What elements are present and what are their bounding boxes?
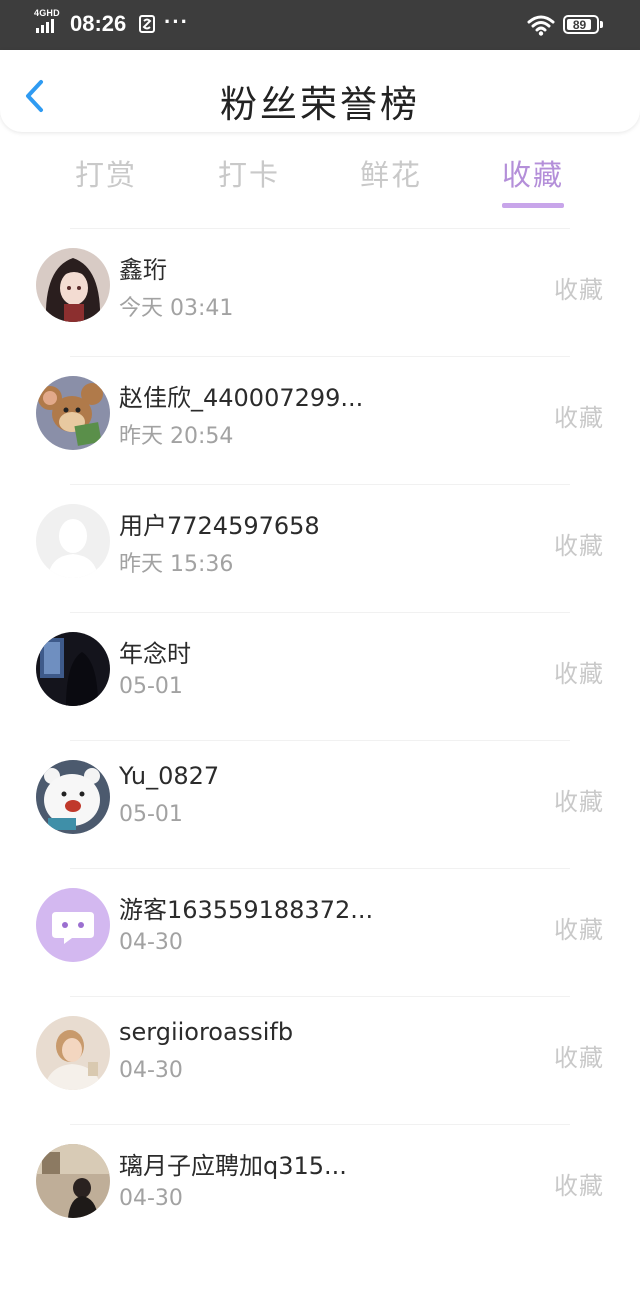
- action-label: 收藏: [554, 788, 604, 816]
- battery-tip: [600, 21, 603, 28]
- page-title: 粉丝荣誉榜: [220, 83, 420, 126]
- avatar-dark-window-icon: [36, 632, 110, 706]
- divider: [70, 228, 570, 229]
- list-item[interactable]: sergiioroassifb 04-30 收藏: [0, 996, 640, 1124]
- list-item[interactable]: 年念时 05-01 收藏: [0, 612, 640, 740]
- fan-list: 鑫珩 今天 03:41 收藏 赵佳欣_440007299... 昨天 20:54…: [0, 228, 640, 1252]
- user-name: sergiioroassifb: [119, 1018, 294, 1046]
- app-notification-icon: [139, 15, 155, 33]
- avatar[interactable]: [36, 888, 110, 962]
- avatar[interactable]: [36, 632, 110, 706]
- avatar-room-photo-icon: [36, 1144, 110, 1218]
- user-name: Yu_0827: [119, 762, 220, 790]
- header-bar: 粉丝荣誉榜: [0, 50, 640, 132]
- favorite-time: 05-01: [119, 802, 183, 827]
- status-time: 08:26: [70, 11, 127, 36]
- favorite-time: 04-30: [119, 1058, 183, 1083]
- divider: [70, 484, 570, 485]
- action-label: 收藏: [554, 1044, 604, 1072]
- action-label: 收藏: [554, 404, 604, 432]
- battery-icon: 89: [563, 15, 599, 34]
- status-bar: 4GHD 08:26 ··· 89: [0, 0, 640, 50]
- avatar[interactable]: [36, 504, 110, 578]
- battery-level: 89: [572, 17, 587, 32]
- favorite-time: 昨天 20:54: [119, 424, 234, 449]
- action-label: 收藏: [554, 1172, 604, 1200]
- avatar[interactable]: [36, 1016, 110, 1090]
- user-name: 璃月子应聘加q315...: [119, 1152, 347, 1180]
- user-name: 赵佳欣_440007299...: [119, 384, 364, 412]
- tab-tips[interactable]: 打赏: [46, 152, 166, 194]
- divider: [70, 868, 570, 869]
- list-item[interactable]: 游客163559188372... 04-30 收藏: [0, 868, 640, 996]
- action-label: 收藏: [554, 532, 604, 560]
- avatar-polar-bear-icon: [36, 760, 110, 834]
- avatar-woman-photo-icon: [36, 1016, 110, 1090]
- list-item[interactable]: 赵佳欣_440007299... 昨天 20:54 收藏: [0, 356, 640, 484]
- list-item[interactable]: Yu_0827 05-01 收藏: [0, 740, 640, 868]
- tab-bar: 打赏 打卡 鲜花 收藏: [0, 140, 640, 220]
- divider: [70, 996, 570, 997]
- user-name: 游客163559188372...: [119, 896, 374, 924]
- user-name: 鑫珩: [119, 256, 167, 284]
- tab-favorites[interactable]: 收藏: [473, 152, 593, 194]
- avatar-default-user-icon: [36, 504, 110, 578]
- divider: [70, 612, 570, 613]
- more-notifications-icon: ···: [164, 9, 189, 34]
- favorite-time: 昨天 15:36: [119, 552, 234, 577]
- avatar-cartoon-mouse-icon: [36, 376, 110, 450]
- list-item[interactable]: 鑫珩 今天 03:41 收藏: [0, 228, 640, 356]
- user-name: 年念时: [119, 640, 191, 668]
- user-name: 用户7724597658: [119, 512, 320, 540]
- favorite-time: 04-30: [119, 930, 183, 955]
- avatar[interactable]: [36, 376, 110, 450]
- avatar[interactable]: [36, 1144, 110, 1218]
- divider: [70, 740, 570, 741]
- divider: [70, 356, 570, 357]
- avatar[interactable]: [36, 760, 110, 834]
- action-label: 收藏: [554, 276, 604, 304]
- network-type: 4GHD: [34, 8, 60, 18]
- active-tab-indicator: [502, 203, 564, 208]
- list-item[interactable]: 用户7724597658 昨天 15:36 收藏: [0, 484, 640, 612]
- action-label: 收藏: [554, 916, 604, 944]
- avatar-purple-chat-icon: [36, 888, 110, 962]
- avatar-girl-dark-hair-icon: [36, 248, 110, 322]
- wifi-icon: [527, 15, 555, 36]
- favorite-time: 05-01: [119, 674, 183, 699]
- favorite-time: 04-30: [119, 1186, 183, 1211]
- action-label: 收藏: [554, 660, 604, 688]
- favorite-time: 今天 03:41: [119, 296, 234, 321]
- tab-checkin[interactable]: 打卡: [189, 152, 309, 194]
- tab-flowers[interactable]: 鲜花: [331, 152, 451, 194]
- divider: [70, 1124, 570, 1125]
- list-item[interactable]: 璃月子应聘加q315... 04-30 收藏: [0, 1124, 640, 1252]
- avatar[interactable]: [36, 248, 110, 322]
